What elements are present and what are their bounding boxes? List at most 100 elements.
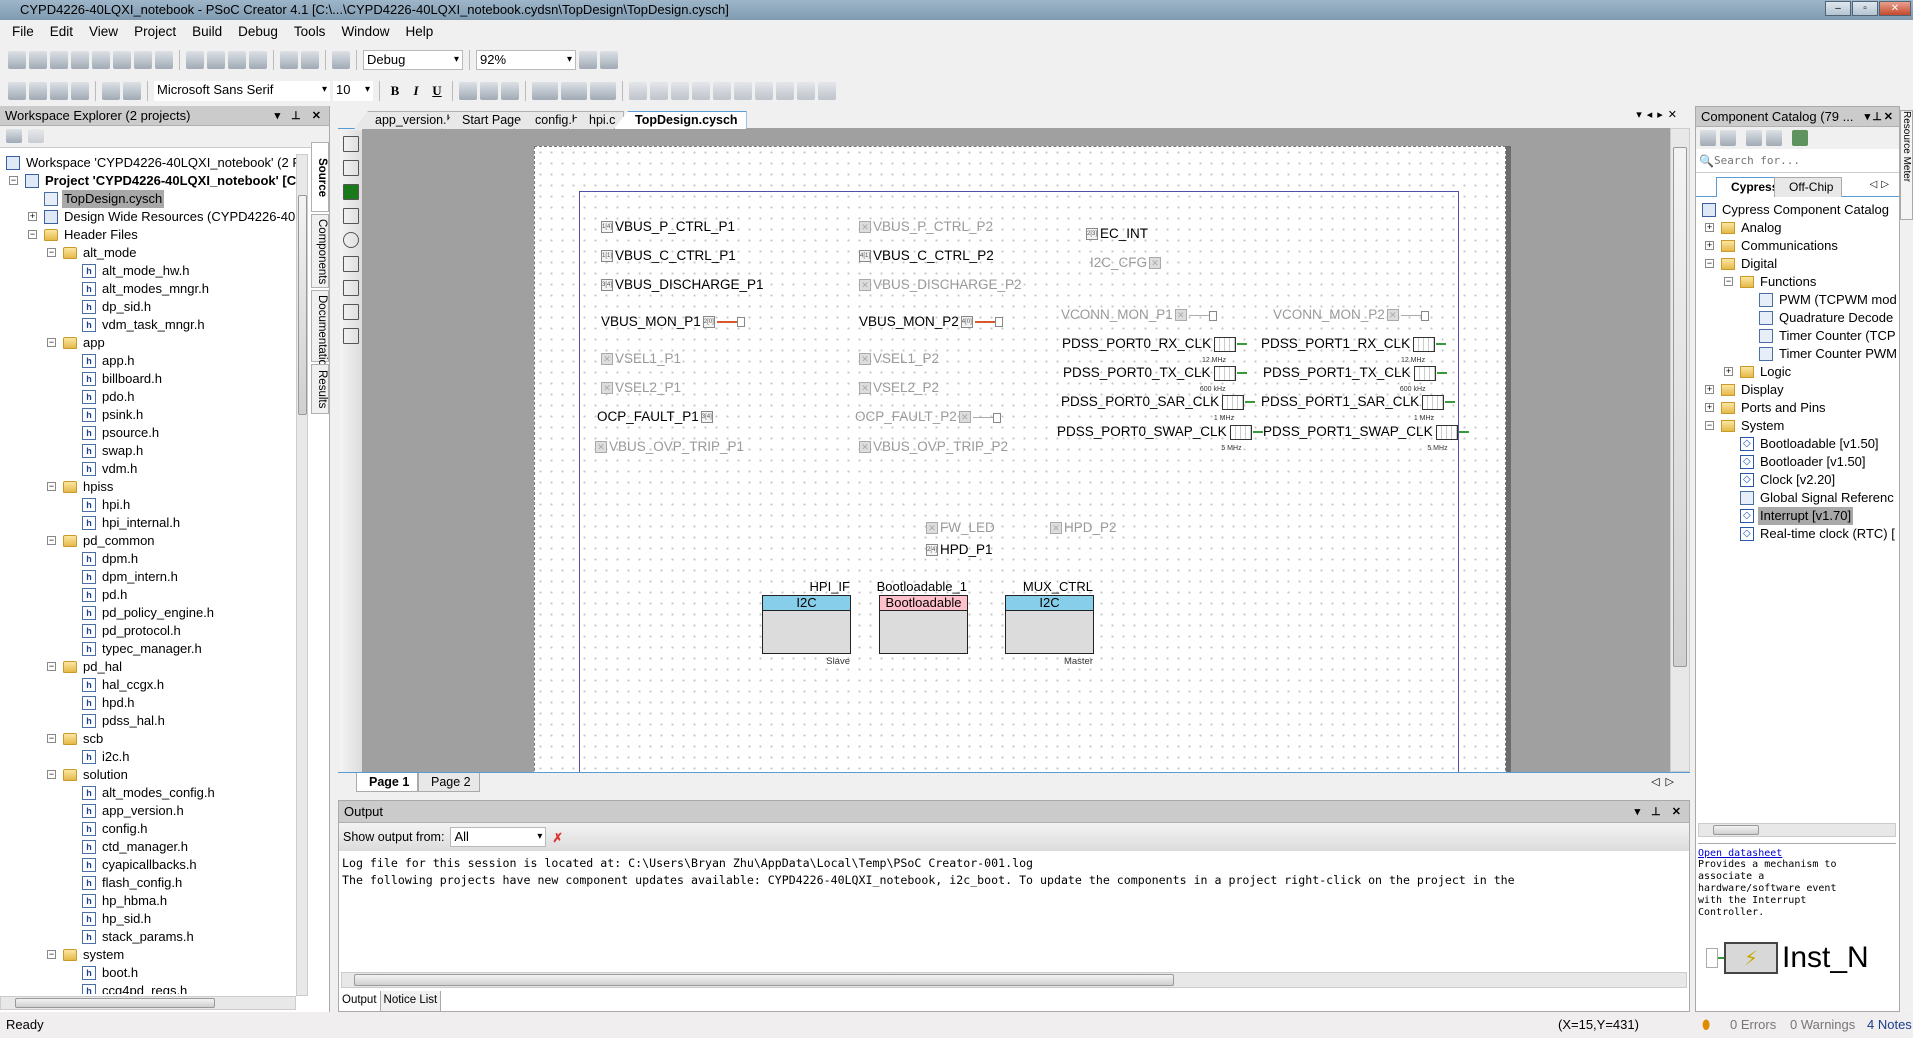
tree-item[interactable]: h ccg4pd_regs.h: [0, 982, 298, 994]
side-tab-results[interactable]: Results: [311, 364, 329, 414]
pin-hpd-p1[interactable]: 2[4] HPD_P1: [926, 542, 993, 558]
font-color-icon[interactable]: [532, 82, 558, 100]
maximize-button[interactable]: ▫: [1852, 1, 1878, 16]
tree-item[interactable]: − Header Files: [0, 226, 298, 244]
cut-icon[interactable]: [186, 51, 204, 69]
clock-pdss-port1-swap-clk[interactable]: PDSS_PORT1_SWAP_CLK 5 MHz: [1263, 424, 1469, 452]
pin-vbus-mon-p2[interactable]: VBUS_MON_P2 4[0]: [859, 314, 1003, 330]
clock-pdss-port1-tx-clk[interactable]: PDSS_PORT1_TX_CLK 600 kHz: [1263, 365, 1447, 393]
font-size-select[interactable]: 10: [333, 81, 373, 101]
workspace-vscrollbar[interactable]: [296, 154, 308, 996]
align-middle-icon[interactable]: [713, 82, 731, 100]
fill-color-icon[interactable]: [590, 82, 616, 100]
menu-edit[interactable]: Edit: [50, 20, 73, 44]
tree-item[interactable]: Timer Counter (TCP: [1696, 327, 1899, 345]
collapse-icon[interactable]: −: [47, 770, 56, 779]
pin-vbus-discharge-p1[interactable]: 3[4] VBUS_DISCHARGE_P1: [601, 277, 764, 293]
tab-nav-controls[interactable]: ▾◂▸✕: [1636, 108, 1682, 121]
tree-item[interactable]: Real-time clock (RTC) [: [1696, 525, 1899, 543]
tree-item[interactable]: − hpiss: [0, 478, 298, 496]
clear-output-icon[interactable]: ✗: [552, 830, 562, 845]
tree-item[interactable]: h vdm.h: [0, 460, 298, 478]
tree-item[interactable]: h dp_sid.h: [0, 298, 298, 316]
expand-icon[interactable]: +: [1724, 367, 1733, 376]
pin-ec-int[interactable]: 2[3] EC_INT: [1086, 226, 1148, 242]
component-mux-ctrl[interactable]: I2C MUX_CTRL Master: [1005, 579, 1094, 667]
menu-view[interactable]: View: [89, 20, 118, 44]
collapse-icon[interactable]: −: [47, 338, 56, 347]
ellipse-icon[interactable]: [343, 232, 359, 248]
tree-item[interactable]: h i2c.h: [0, 748, 298, 766]
tree-item[interactable]: h alt_modes_config.h: [0, 784, 298, 802]
grid-icon[interactable]: [8, 82, 26, 100]
download-component-icon[interactable]: [1792, 130, 1808, 146]
collapse-icon[interactable]: −: [47, 950, 56, 959]
print-preview-icon[interactable]: [155, 51, 173, 69]
menu-build[interactable]: Build: [192, 20, 222, 44]
text-icon[interactable]: [343, 304, 359, 320]
menu-project[interactable]: Project: [134, 20, 176, 44]
tree-item[interactable]: h boot.h: [0, 964, 298, 982]
tree-item[interactable]: h pdo.h: [0, 388, 298, 406]
tree-item[interactable]: Workspace 'CYPD4226-40LQXI_notebook' (2 …: [0, 154, 298, 172]
tree-item[interactable]: h app.h: [0, 352, 298, 370]
build-config-select[interactable]: Debug: [363, 50, 463, 70]
pin-vconn-mon-p2[interactable]: VCONN_MON_P2: [1273, 307, 1429, 323]
new-file-icon[interactable]: [29, 51, 47, 69]
print-icon[interactable]: [134, 51, 152, 69]
side-tab-source[interactable]: Source: [311, 142, 329, 212]
pin-vsel1-p1[interactable]: VSEL1_P1: [601, 351, 681, 367]
tree-item[interactable]: h config.h: [0, 820, 298, 838]
tree-item[interactable]: h vdm_task_mngr.h: [0, 316, 298, 334]
tree-item[interactable]: h swap.h: [0, 442, 298, 460]
collapse-icon[interactable]: −: [47, 536, 56, 545]
redo-icon[interactable]: [301, 51, 319, 69]
clock-pdss-port0-swap-clk[interactable]: PDSS_PORT0_SWAP_CLK 5 MHz: [1057, 424, 1263, 452]
tree-item[interactable]: Timer Counter PWM: [1696, 345, 1899, 363]
tree-item[interactable]: h stack_params.h: [0, 928, 298, 946]
wire-icon[interactable]: [343, 160, 359, 176]
filter-icon[interactable]: [1700, 130, 1716, 146]
clock-pdss-port0-rx-clk[interactable]: PDSS_PORT0_RX_CLK 12 MHz: [1062, 336, 1248, 364]
debug-icon[interactable]: [123, 82, 141, 100]
pin-vconn-mon-p1[interactable]: VCONN_MON_P1: [1061, 307, 1217, 323]
align-left-icon[interactable]: [459, 82, 477, 100]
output-source-select[interactable]: All: [450, 827, 547, 847]
tree-item[interactable]: − alt_mode: [0, 244, 298, 262]
page-nav-controls[interactable]: ◁▷: [1651, 775, 1680, 788]
canvas-vscrollbar[interactable]: [1670, 128, 1690, 772]
pin-ocp-fault-p1[interactable]: OCP_FAULT_P1 3[4]: [597, 409, 713, 425]
component-bootloadable-1[interactable]: Bootloadable Bootloadable_1: [877, 579, 968, 654]
pin-vbus-c-ctrl-p2[interactable]: 4[1] VBUS_C_CTRL_P2: [859, 248, 994, 264]
expand-icon[interactable]: +: [1705, 241, 1714, 250]
paste-icon[interactable]: [228, 51, 246, 69]
clock-pdss-port1-rx-clk[interactable]: PDSS_PORT1_RX_CLK 12 MHz: [1261, 336, 1447, 364]
expand-all-icon[interactable]: [1746, 130, 1762, 146]
expand-icon[interactable]: +: [1705, 403, 1714, 412]
collapse-icon[interactable]: −: [47, 248, 56, 257]
build-icon[interactable]: [29, 82, 47, 100]
generate-icon[interactable]: [71, 82, 89, 100]
schematic-canvas[interactable]: 1[4] VBUS_P_CTRL_P1 1[1] VBUS_C_CTRL_P1 3[4]…: [362, 128, 1670, 772]
close-button[interactable]: ✕: [1879, 1, 1911, 16]
pin-vbus-discharge-p2[interactable]: VBUS_DISCHARGE_P2: [859, 277, 1022, 293]
group-icon[interactable]: [629, 82, 647, 100]
output-hscrollbar[interactable]: [341, 972, 1687, 988]
tree-item[interactable]: − system: [0, 946, 298, 964]
menu-debug[interactable]: Debug: [238, 20, 278, 44]
flip-h-icon[interactable]: [755, 82, 773, 100]
pin-vbus-ovp-trip-p1[interactable]: VBUS_OVP_TRIP_P1: [595, 439, 744, 455]
tree-item[interactable]: h hp_hbma.h: [0, 892, 298, 910]
resource-meter-tab[interactable]: Resource Meter: [1900, 110, 1913, 220]
pointer-icon[interactable]: [343, 136, 359, 152]
italic-button[interactable]: I: [407, 83, 425, 99]
open-datasheet-link[interactable]: Open datasheet: [1698, 848, 1896, 859]
arc-icon[interactable]: [343, 280, 359, 296]
collapse-icon[interactable]: −: [47, 662, 56, 671]
catalog-book-icon[interactable]: [1720, 130, 1736, 146]
zoom-out-icon[interactable]: [600, 51, 618, 69]
pin-vsel2-p2[interactable]: VSEL2_P2: [859, 380, 939, 396]
side-tab-documentation[interactable]: Documentation: [311, 290, 329, 372]
pin-vbus-c-ctrl-p1[interactable]: 1[1] VBUS_C_CTRL_P1: [601, 248, 736, 264]
side-tab-components[interactable]: Components: [311, 214, 329, 288]
